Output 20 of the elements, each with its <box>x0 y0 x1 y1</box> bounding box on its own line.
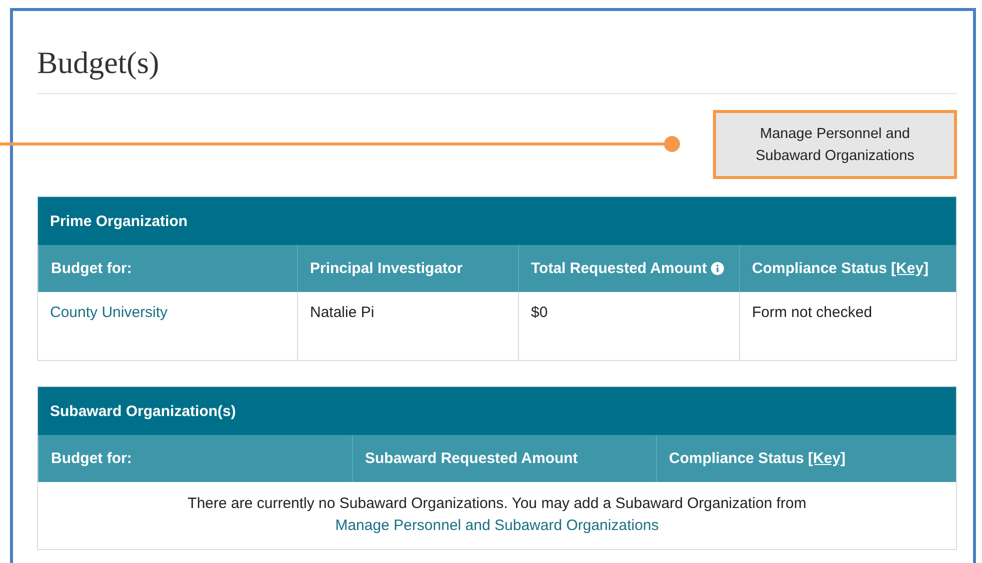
page-title: Budget(s) <box>37 45 160 94</box>
section-title: Prime Organization <box>50 212 188 230</box>
key-link[interactable]: [Key] <box>808 450 846 467</box>
column-label: Subaward Requested Amount <box>365 450 578 467</box>
section-title: Subaward Organization(s) <box>50 402 236 420</box>
key-link[interactable]: [Key] <box>891 260 929 277</box>
cell-text: Natalie Pi <box>310 304 374 321</box>
column-label: Compliance Status <box>669 450 804 467</box>
organization-link[interactable]: County University <box>50 304 168 321</box>
column-label: Principal Investigator <box>310 260 463 277</box>
manage-button[interactable]: Manage Personnel and Subaward Organizations <box>713 110 957 179</box>
info-icon[interactable] <box>710 262 724 275</box>
column-label: Compliance Status <box>752 260 888 277</box>
column-label: Budget for: <box>51 450 132 467</box>
manage-link[interactable]: Manage Personnel and Subaward Organizations <box>335 517 659 534</box>
cell-text: $0 <box>531 304 548 321</box>
cell-text: Form not checked <box>752 304 872 321</box>
column-label: Total Requested Amount <box>531 260 707 277</box>
empty-message: There are currently no Subaward Organizations. You may add a Subaward Organization from Manage Personnel and Subaward Organizations <box>186 494 808 536</box>
column-label: Budget for: <box>51 260 132 277</box>
